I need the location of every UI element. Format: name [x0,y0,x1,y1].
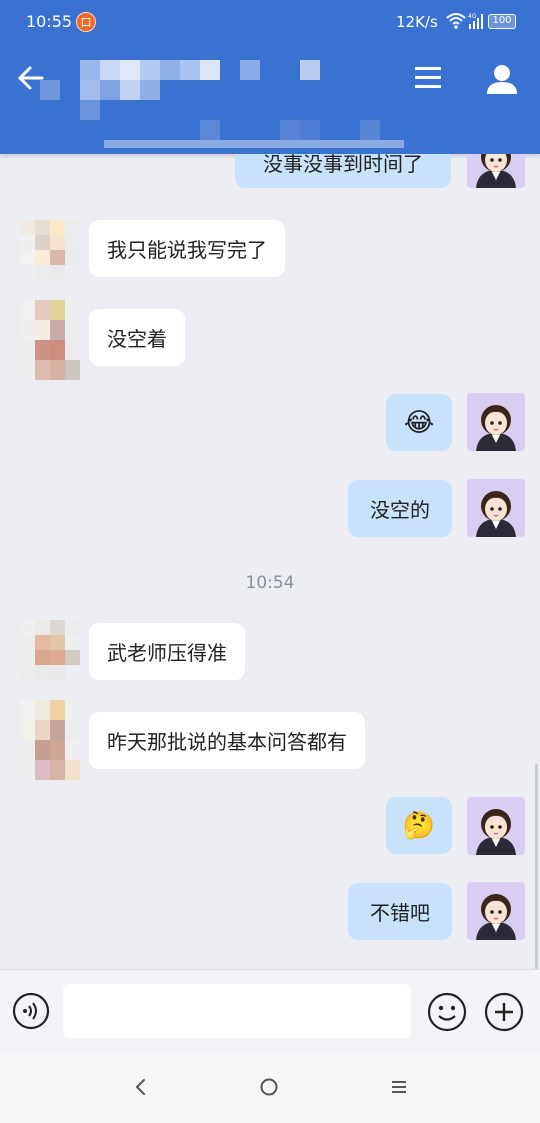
my-message-bubble[interactable]: 没空的 [348,480,452,537]
message-text: 不错吧 [370,901,430,925]
contact-message-bubble[interactable]: 没空着 [89,309,185,366]
my-avatar[interactable] [467,882,525,940]
contact-avatar[interactable] [20,700,80,780]
message-text: 武老师压得准 [107,641,227,665]
hamburger-menu-icon[interactable] [412,64,444,92]
cartoon-girl-avatar-icon [467,479,525,537]
my-message-bubble[interactable]: 不错吧 [348,883,452,940]
status-time: 10:55 [26,12,73,31]
message-text: 没事没事到时间了 [263,154,423,176]
smiley-icon[interactable] [427,992,467,1032]
nav-menu-icon[interactable] [388,1077,410,1097]
contact-avatar[interactable] [20,220,80,280]
my-avatar[interactable] [467,479,525,537]
signal-label: 4G [468,13,477,20]
my-avatar[interactable] [467,393,525,451]
contact-message-bubble[interactable]: 昨天那批说的基本问答都有 [89,712,365,769]
cartoon-girl-avatar-icon [467,154,525,188]
message-text: 没空着 [107,327,167,351]
my-emoji-bubble[interactable]: 😂 [386,394,452,451]
nav-back-icon[interactable] [130,1075,152,1099]
system-nav-bar [0,1051,540,1123]
message-timestamp: 10:54 [245,573,295,593]
network-speed: 12K/s [396,13,438,31]
contact-avatar[interactable] [20,620,80,680]
chat-header [0,44,540,154]
message-text: 我只能说我写完了 [107,238,267,262]
chat-message-list[interactable]: 没事没事到时间了 我只能说我写完了 没空着 😂 没空的 10:54 武老师压得准… [0,154,540,969]
plus-circle-icon[interactable] [484,992,524,1032]
my-message-bubble[interactable]: 没事没事到时间了 [235,154,451,188]
message-text: 昨天那批说的基本问答都有 [107,730,347,754]
contact-avatar[interactable] [20,300,80,380]
my-avatar[interactable] [467,154,525,188]
cartoon-girl-avatar-icon [467,882,525,940]
contact-message-bubble[interactable]: 武老师压得准 [89,623,245,680]
laughing-crying-emoji-icon: 😂 [403,407,435,438]
contact-message-bubble[interactable]: 我只能说我写完了 [89,220,285,277]
wifi-icon [446,13,466,29]
nav-home-icon[interactable] [258,1076,280,1098]
message-input[interactable] [63,984,411,1038]
cartoon-girl-avatar-icon [467,797,525,855]
chat-scrollbar[interactable] [535,764,538,969]
message-text: 没空的 [370,498,430,522]
notification-badge: 口 [76,12,96,32]
message-input-bar [0,969,540,1051]
cell-signal-icon: 4G [468,13,483,29]
thinking-emoji-icon: 🤔 [402,810,436,841]
my-avatar[interactable] [467,797,525,855]
battery-indicator: 100 [488,14,516,29]
person-icon[interactable] [485,62,519,96]
status-bar: 10:55 口 12K/s 4G 100 [0,0,540,44]
voice-icon[interactable] [12,992,50,1030]
cartoon-girl-avatar-icon [467,393,525,451]
my-emoji-bubble[interactable]: 🤔 [386,797,452,854]
